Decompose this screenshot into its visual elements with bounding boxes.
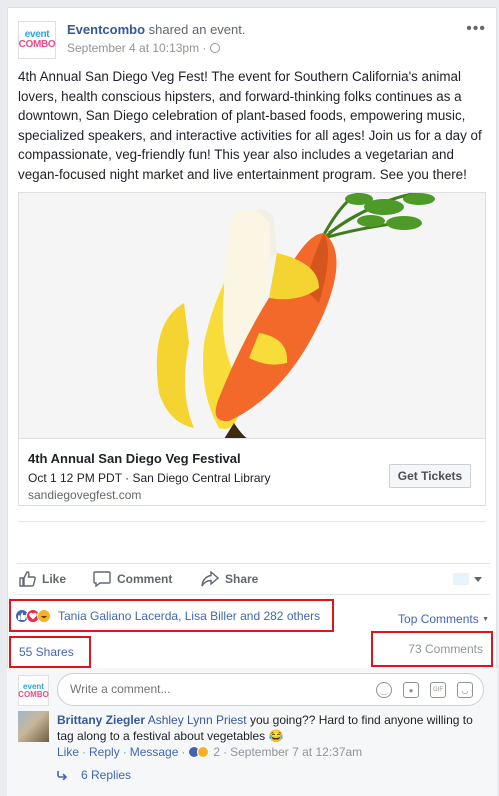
comment-label: Comment bbox=[117, 572, 173, 586]
event-title[interactable]: 4th Annual San Diego Veg Festival bbox=[28, 451, 241, 466]
comment-like-link[interactable]: Like bbox=[57, 745, 79, 759]
comment-message-link[interactable]: Message bbox=[130, 745, 179, 759]
globe-icon bbox=[210, 43, 221, 53]
comment-actions: Like · Reply · Message · 2 · September 7… bbox=[57, 745, 362, 759]
page-avatar[interactable]: event COMBO bbox=[18, 21, 56, 59]
like-label: Like bbox=[42, 572, 67, 586]
author-name[interactable]: Eventcombo bbox=[67, 22, 145, 37]
emoji-icon[interactable]: ‿ bbox=[376, 682, 392, 698]
logo-text-bottom: COMBO bbox=[18, 39, 56, 50]
commenter-avatar: event COMBO bbox=[18, 675, 49, 706]
view-replies-link[interactable]: 6 Replies bbox=[57, 768, 131, 782]
post-timestamp[interactable]: September 4 at 10:13pm · bbox=[67, 41, 206, 55]
comment-reaction-icons[interactable] bbox=[188, 746, 210, 758]
sticker-icon[interactable]: ◡ bbox=[457, 682, 473, 698]
reaction-icons bbox=[15, 608, 51, 623]
comments-count[interactable]: 73 Comments bbox=[371, 631, 493, 667]
comment-input[interactable] bbox=[70, 682, 370, 696]
comment-body: Brittany Ziegler Ashley Lynn Priest you … bbox=[57, 712, 477, 744]
event-preview[interactable]: 4th Annual San Diego Veg Festival Oct 1 … bbox=[18, 192, 486, 506]
comment-icon bbox=[93, 571, 111, 587]
more-options-icon[interactable]: ••• bbox=[466, 20, 486, 38]
comments-section: event COMBO ‿ ● GIF ◡ Brittany Ziegler A… bbox=[7, 668, 497, 796]
event-image[interactable] bbox=[19, 193, 485, 439]
like-button[interactable]: Like bbox=[19, 571, 66, 587]
reply-arrow-icon bbox=[57, 771, 68, 780]
logo-text-bottom: COMBO bbox=[18, 689, 49, 699]
share-label: Share bbox=[225, 572, 259, 586]
action-bar: Like Comment Share bbox=[17, 563, 490, 595]
post-meta: September 4 at 10:13pm · bbox=[67, 41, 221, 55]
comment-button[interactable]: Comment bbox=[93, 571, 172, 587]
comment-author-avatar[interactable] bbox=[18, 711, 49, 742]
post-author-line: Eventcombo shared an event. bbox=[67, 22, 246, 37]
haha-reaction-icon bbox=[37, 608, 51, 623]
comment-reaction-count: 2 bbox=[213, 745, 221, 759]
account-switcher[interactable] bbox=[453, 573, 482, 585]
author-action: shared an event. bbox=[148, 22, 246, 37]
banana-carrot-illustration bbox=[19, 193, 485, 438]
event-url: sandiegovegfest.com bbox=[28, 488, 142, 502]
event-date-location: Oct 1 12 PM PDT · San Diego Central Libr… bbox=[28, 471, 271, 485]
separator: · bbox=[122, 745, 127, 759]
comment-timestamp[interactable]: September 7 at 12:37am bbox=[230, 745, 362, 759]
comment-tagged-user[interactable]: Ashley Lynn Priest bbox=[148, 713, 247, 727]
haha-reaction-icon bbox=[197, 746, 210, 758]
separator: · bbox=[82, 745, 87, 759]
divider bbox=[18, 521, 486, 522]
shares-count[interactable]: 55 Shares bbox=[9, 636, 91, 668]
camera-icon[interactable]: ● bbox=[403, 682, 419, 698]
separator: · bbox=[181, 745, 186, 759]
reaction-names[interactable]: Tania Galiano Lacerda, Lisa Biller and 2… bbox=[58, 609, 320, 623]
get-tickets-button[interactable]: Get Tickets bbox=[389, 464, 471, 488]
chevron-down-icon bbox=[474, 576, 482, 582]
top-comments-label: Top Comments bbox=[398, 612, 479, 626]
thumbs-up-icon bbox=[19, 571, 36, 587]
comment-reply-link[interactable]: Reply bbox=[89, 745, 120, 759]
post-body: 4th Annual San Diego Veg Fest! The event… bbox=[18, 69, 482, 182]
top-comments-dropdown[interactable]: Top Comments ▼ bbox=[398, 612, 489, 626]
comment-composer[interactable]: ‿ ● GIF ◡ bbox=[57, 673, 484, 706]
share-arrow-icon bbox=[201, 571, 219, 587]
replies-count: 6 Replies bbox=[81, 768, 132, 782]
account-avatar-icon bbox=[453, 573, 469, 585]
chevron-down-icon: ▼ bbox=[482, 616, 489, 623]
reactions-summary[interactable]: Tania Galiano Lacerda, Lisa Biller and 2… bbox=[9, 599, 334, 632]
share-button[interactable]: Share bbox=[201, 571, 258, 587]
gif-icon[interactable]: GIF bbox=[430, 682, 446, 698]
separator: · bbox=[223, 745, 228, 759]
composer-icons: ‿ ● GIF ◡ bbox=[376, 682, 473, 698]
comment-author[interactable]: Brittany Ziegler bbox=[57, 713, 145, 727]
post-header: event COMBO Eventcombo shared an event. … bbox=[18, 20, 486, 60]
